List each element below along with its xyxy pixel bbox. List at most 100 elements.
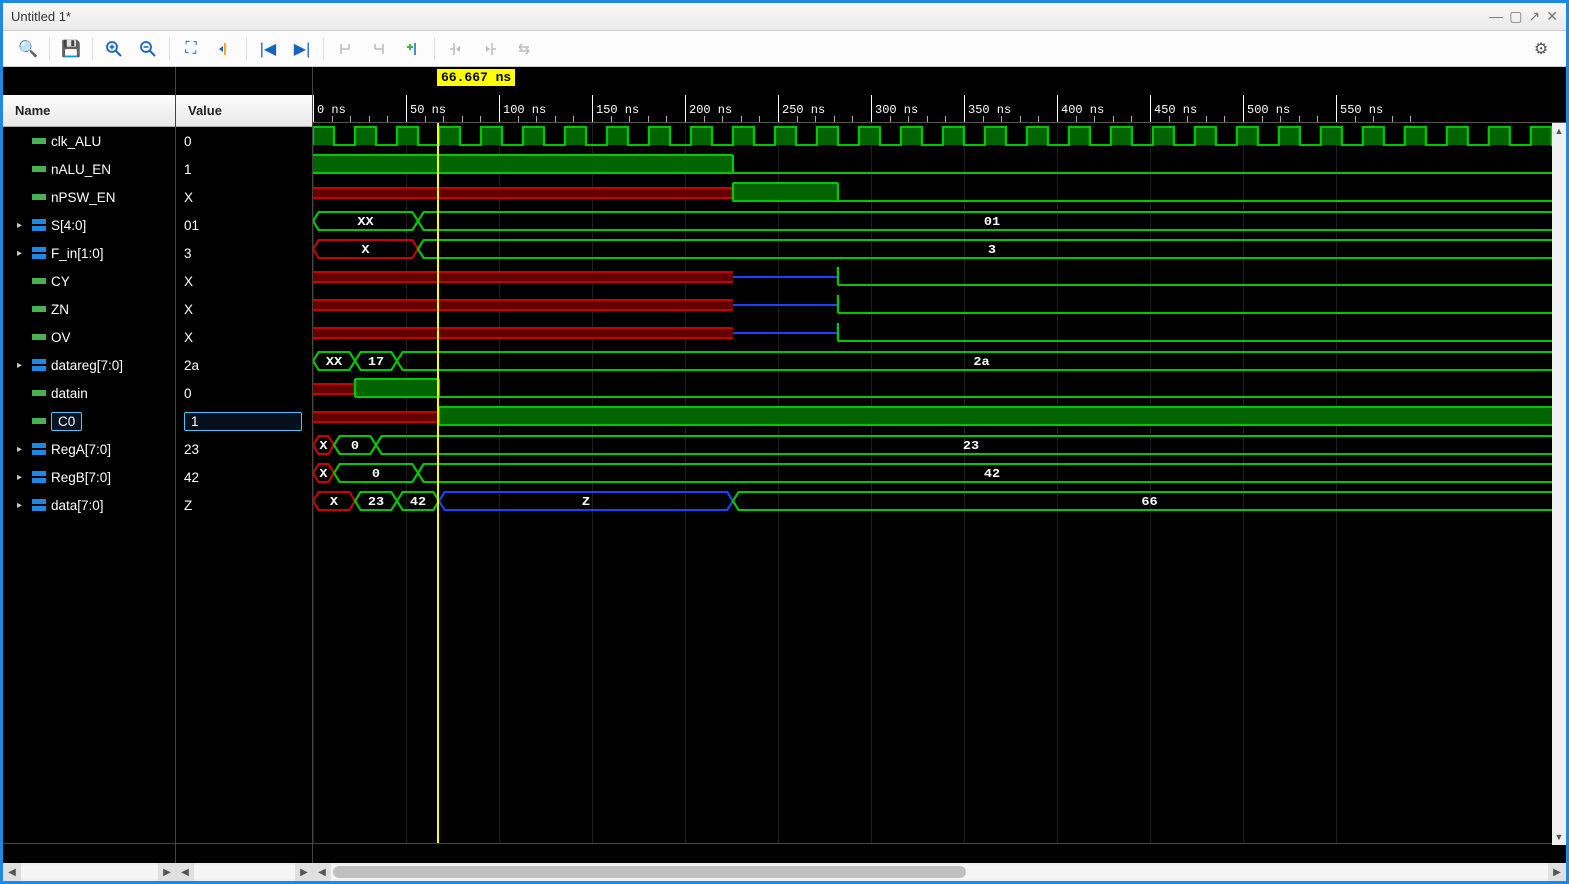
signal-row[interactable]: ▸S[4:0] xyxy=(3,211,175,239)
signal-name-label: C0 xyxy=(51,412,82,431)
workspace: Name clk_ALUnALU_ENnPSW_EN▸S[4:0]▸F_in[1… xyxy=(3,67,1566,863)
value-list[interactable]: 01X013XXX2a012342Z xyxy=(176,127,312,843)
separator xyxy=(323,38,324,60)
waveform-row[interactable] xyxy=(313,403,1566,431)
signal-row[interactable]: ▸F_in[1:0] xyxy=(3,239,175,267)
value-row[interactable]: X xyxy=(176,183,312,211)
signal-value-label: X xyxy=(184,190,193,205)
next-edge-icon[interactable] xyxy=(362,34,396,64)
signal-list[interactable]: clk_ALUnALU_ENnPSW_EN▸S[4:0]▸F_in[1:0]CY… xyxy=(3,127,175,843)
signal-row[interactable]: ▸RegB[7:0] xyxy=(3,463,175,491)
zoom-fit-icon[interactable]: ⛶ xyxy=(174,34,208,64)
add-marker-icon[interactable] xyxy=(396,34,430,64)
settings-icon[interactable]: ⚙ xyxy=(1524,34,1558,64)
signal-row[interactable]: datain xyxy=(3,379,175,407)
next-transition-icon[interactable] xyxy=(473,34,507,64)
waveform-row[interactable]: X3 xyxy=(313,235,1566,263)
waveform-row[interactable] xyxy=(313,375,1566,403)
waveform-row[interactable]: X2342Z66 xyxy=(313,487,1566,515)
separator xyxy=(169,38,170,60)
signal-row[interactable]: ▸datareg[7:0] xyxy=(3,351,175,379)
separator xyxy=(246,38,247,60)
signal-row[interactable]: nALU_EN xyxy=(3,155,175,183)
goto-end-icon[interactable]: ▶| xyxy=(285,34,319,64)
time-ruler[interactable]: 0 ns50 ns100 ns150 ns200 ns250 ns300 ns3… xyxy=(313,95,1566,123)
value-row[interactable]: 3 xyxy=(176,239,312,267)
separator xyxy=(434,38,435,60)
waveform-row[interactable] xyxy=(313,151,1566,179)
svg-text:Z: Z xyxy=(582,495,590,509)
value-row[interactable]: X xyxy=(176,295,312,323)
scroll-left-icon[interactable]: ◀ xyxy=(3,863,21,881)
svg-text:42: 42 xyxy=(410,495,426,509)
signal-row[interactable]: nPSW_EN xyxy=(3,183,175,211)
zoom-out-icon[interactable] xyxy=(131,34,165,64)
value-row[interactable]: 42 xyxy=(176,463,312,491)
signal-row[interactable]: ZN xyxy=(3,295,175,323)
value-row[interactable]: 1 xyxy=(176,155,312,183)
name-hscroll[interactable]: ◀ ▶ xyxy=(3,863,176,881)
signal-type-icon xyxy=(31,386,47,400)
value-row[interactable]: 0 xyxy=(176,379,312,407)
save-icon[interactable]: 💾 xyxy=(54,34,88,64)
name-column-header[interactable]: Name xyxy=(3,95,175,127)
prev-transition-icon[interactable] xyxy=(439,34,473,64)
svg-text:17: 17 xyxy=(368,355,384,369)
svg-text:X: X xyxy=(319,467,327,481)
waveform-row[interactable] xyxy=(313,179,1566,207)
cursor-time-label[interactable]: 66.667 ns xyxy=(437,69,515,86)
restore-icon[interactable]: ▢ xyxy=(1509,8,1522,25)
value-row[interactable]: 23 xyxy=(176,435,312,463)
waveform-row[interactable] xyxy=(313,319,1566,347)
value-row[interactable]: 1 xyxy=(176,407,312,435)
waveform-row[interactable] xyxy=(313,291,1566,319)
signal-row[interactable]: OV xyxy=(3,323,175,351)
waveform-row[interactable]: XX172a xyxy=(313,347,1566,375)
waveform-row[interactable]: X023 xyxy=(313,431,1566,459)
zoom-in-icon[interactable] xyxy=(97,34,131,64)
swap-icon[interactable] xyxy=(507,34,541,64)
value-row[interactable]: 0 xyxy=(176,127,312,155)
value-row[interactable]: X xyxy=(176,267,312,295)
signal-row[interactable]: CY xyxy=(3,267,175,295)
value-hscroll[interactable]: ◀ ▶ xyxy=(176,863,313,881)
signal-type-icon xyxy=(31,330,47,344)
goto-cursor-icon[interactable] xyxy=(208,34,242,64)
signal-name-label: data[7:0] xyxy=(51,498,104,513)
signal-row[interactable]: ▸RegA[7:0] xyxy=(3,435,175,463)
waveform-row[interactable] xyxy=(313,263,1566,291)
scroll-right-icon[interactable]: ▶ xyxy=(295,863,313,881)
signal-type-icon xyxy=(31,162,47,176)
signal-row[interactable]: ▸data[7:0] xyxy=(3,491,175,519)
scroll-up-icon[interactable]: ▲ xyxy=(1552,123,1566,139)
wave-hscroll[interactable]: ◀ ▶ xyxy=(313,863,1566,881)
waveform-row[interactable]: XX01 xyxy=(313,207,1566,235)
waveform-row[interactable]: X042 xyxy=(313,459,1566,487)
signal-row[interactable]: C0 xyxy=(3,407,175,435)
goto-start-icon[interactable]: |◀ xyxy=(251,34,285,64)
scroll-left-icon[interactable]: ◀ xyxy=(313,863,331,881)
waveform-row[interactable] xyxy=(313,123,1566,151)
value-row[interactable]: 2a xyxy=(176,351,312,379)
close-icon[interactable]: ✕ xyxy=(1546,8,1558,25)
prev-edge-icon[interactable] xyxy=(328,34,362,64)
scroll-right-icon[interactable]: ▶ xyxy=(158,863,176,881)
signal-row[interactable]: clk_ALU xyxy=(3,127,175,155)
scroll-left-icon[interactable]: ◀ xyxy=(176,863,194,881)
search-icon[interactable]: 🔍 xyxy=(11,34,45,64)
popout-icon[interactable]: ↗ xyxy=(1529,8,1541,25)
signal-value-label: Z xyxy=(184,498,192,513)
waveform-canvas[interactable]: XX01X3XX172aX023X042X2342Z66 xyxy=(313,123,1566,843)
cursor-line[interactable] xyxy=(437,123,439,843)
signal-value-label: 1 xyxy=(184,412,302,431)
value-row[interactable]: X xyxy=(176,323,312,351)
waveform-area[interactable]: 66.667 ns 0 ns50 ns100 ns150 ns200 ns250… xyxy=(313,67,1566,863)
scroll-right-icon[interactable]: ▶ xyxy=(1548,863,1566,881)
value-row[interactable]: 01 xyxy=(176,211,312,239)
signal-name-label: datain xyxy=(51,386,88,401)
value-column-header[interactable]: Value xyxy=(176,95,312,127)
value-row[interactable]: Z xyxy=(176,491,312,519)
scroll-down-icon[interactable]: ▼ xyxy=(1552,829,1566,845)
minimize-icon[interactable]: — xyxy=(1489,8,1503,25)
vertical-scrollbar[interactable]: ▲ ▼ xyxy=(1552,123,1566,845)
